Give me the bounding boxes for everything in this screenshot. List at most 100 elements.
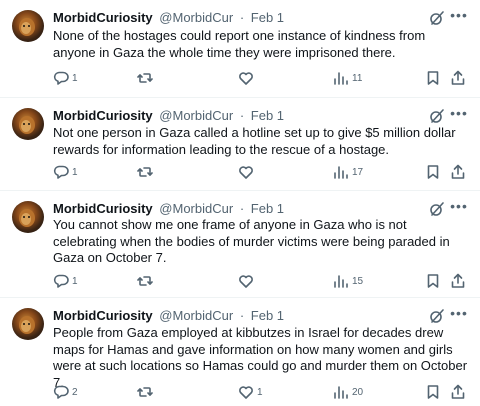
like-button[interactable] xyxy=(238,272,257,290)
like-icon xyxy=(239,166,253,179)
more-icon[interactable]: ••• xyxy=(450,7,468,25)
separator: · xyxy=(239,108,245,123)
tweet-header: MorbidCuriosity @MorbidCur · Feb 1 xyxy=(53,10,284,26)
action-bar: 1 15 xyxy=(53,272,467,290)
tweet[interactable]: MorbidCuriosity @MorbidCur · Feb 1 ••• N… xyxy=(0,0,480,98)
retweet-icon xyxy=(137,387,153,397)
action-bar: 2 1 20 xyxy=(53,383,467,401)
view-count: 20 xyxy=(352,386,364,398)
tweet-header: MorbidCuriosity @MorbidCur · Feb 1 xyxy=(53,108,284,124)
reply-count: 1 xyxy=(72,275,78,287)
avatar[interactable] xyxy=(12,308,44,340)
like-icon xyxy=(239,72,253,85)
bookmark-button[interactable] xyxy=(425,69,441,87)
retweet-icon xyxy=(137,73,153,83)
share-button[interactable] xyxy=(450,272,466,290)
avatar[interactable] xyxy=(12,10,44,42)
more-icon[interactable]: ••• xyxy=(450,198,468,216)
more-icon[interactable]: ••• xyxy=(450,105,468,123)
share-icon xyxy=(451,273,465,288)
separator: · xyxy=(239,308,245,323)
bookmark-icon xyxy=(427,274,439,288)
views-icon xyxy=(334,275,348,288)
retweet-button[interactable] xyxy=(137,383,156,401)
grok-icon[interactable] xyxy=(428,200,446,218)
tweet-text: None of the hostages could report one in… xyxy=(53,28,426,60)
share-icon xyxy=(451,70,465,85)
bookmark-icon xyxy=(427,165,439,179)
tweet-text: Not one person in Gaza called a hotline … xyxy=(53,125,456,157)
bookmark-button[interactable] xyxy=(425,163,441,181)
bookmark-button[interactable] xyxy=(425,272,441,290)
timestamp[interactable]: Feb 1 xyxy=(251,308,284,323)
handle[interactable]: @MorbidCur xyxy=(159,201,233,216)
like-button[interactable] xyxy=(238,163,257,181)
retweet-icon xyxy=(137,276,153,286)
tweet[interactable]: MorbidCuriosity @MorbidCur · Feb 1 ••• Y… xyxy=(0,191,480,298)
views-button[interactable]: 17 xyxy=(333,163,363,181)
views-button[interactable]: 11 xyxy=(333,69,362,87)
reply-icon xyxy=(53,385,69,399)
tweet[interactable]: MorbidCuriosity @MorbidCur · Feb 1 ••• P… xyxy=(0,298,480,406)
bookmark-button[interactable] xyxy=(425,383,441,401)
timestamp[interactable]: Feb 1 xyxy=(251,201,284,216)
reply-button[interactable]: 1 xyxy=(53,272,78,290)
retweet-button[interactable] xyxy=(137,272,156,290)
reply-count: 1 xyxy=(72,72,78,84)
reply-icon xyxy=(53,71,69,85)
retweet-icon xyxy=(137,167,153,177)
like-button[interactable] xyxy=(238,69,257,87)
separator: · xyxy=(239,10,245,25)
bookmark-icon xyxy=(427,385,439,399)
grok-icon[interactable] xyxy=(428,307,446,325)
view-count: 15 xyxy=(352,275,364,287)
like-button[interactable]: 1 xyxy=(238,383,263,401)
share-button[interactable] xyxy=(450,163,466,181)
more-icon[interactable]: ••• xyxy=(450,305,468,323)
views-button[interactable]: 20 xyxy=(333,383,363,401)
thread-feed: MorbidCuriosity @MorbidCur · Feb 1 ••• N… xyxy=(0,0,480,406)
avatar[interactable] xyxy=(12,108,44,140)
tweet-header: MorbidCuriosity @MorbidCur · Feb 1 xyxy=(53,201,284,217)
view-count: 17 xyxy=(352,166,364,178)
bookmark-icon xyxy=(427,71,439,85)
display-name[interactable]: MorbidCuriosity xyxy=(53,201,153,216)
reply-button[interactable]: 1 xyxy=(53,69,78,87)
share-icon xyxy=(451,384,465,399)
reply-count: 2 xyxy=(72,386,78,398)
views-icon xyxy=(334,72,348,85)
timestamp[interactable]: Feb 1 xyxy=(251,108,284,123)
retweet-button[interactable] xyxy=(137,163,156,181)
share-button[interactable] xyxy=(450,69,466,87)
display-name[interactable]: MorbidCuriosity xyxy=(53,10,153,25)
share-button[interactable] xyxy=(450,383,466,401)
separator: · xyxy=(239,201,245,216)
reply-icon xyxy=(53,165,69,179)
avatar[interactable] xyxy=(12,201,44,233)
display-name[interactable]: MorbidCuriosity xyxy=(53,108,153,123)
tweet[interactable]: MorbidCuriosity @MorbidCur · Feb 1 ••• N… xyxy=(0,98,480,191)
action-bar: 1 17 xyxy=(53,163,467,181)
display-name[interactable]: MorbidCuriosity xyxy=(53,308,153,323)
timestamp[interactable]: Feb 1 xyxy=(251,10,284,25)
grok-icon[interactable] xyxy=(428,9,446,27)
like-icon xyxy=(239,275,253,288)
like-icon xyxy=(239,386,253,399)
handle[interactable]: @MorbidCur xyxy=(159,10,233,25)
handle[interactable]: @MorbidCur xyxy=(159,108,233,123)
handle[interactable]: @MorbidCur xyxy=(159,308,233,323)
view-count: 11 xyxy=(352,72,363,84)
reply-icon xyxy=(53,274,69,288)
views-icon xyxy=(334,166,348,179)
views-button[interactable]: 15 xyxy=(333,272,363,290)
action-bar: 1 11 xyxy=(53,69,467,87)
grok-icon[interactable] xyxy=(428,107,446,125)
like-count: 1 xyxy=(257,386,263,398)
reply-button[interactable]: 1 xyxy=(53,163,78,181)
reply-button[interactable]: 2 xyxy=(53,383,78,401)
tweet-text: People from Gaza employed at kibbutzes i… xyxy=(53,325,468,390)
share-icon xyxy=(451,164,465,179)
tweet-header: MorbidCuriosity @MorbidCur · Feb 1 xyxy=(53,308,284,324)
reply-count: 1 xyxy=(72,166,78,178)
retweet-button[interactable] xyxy=(137,69,156,87)
